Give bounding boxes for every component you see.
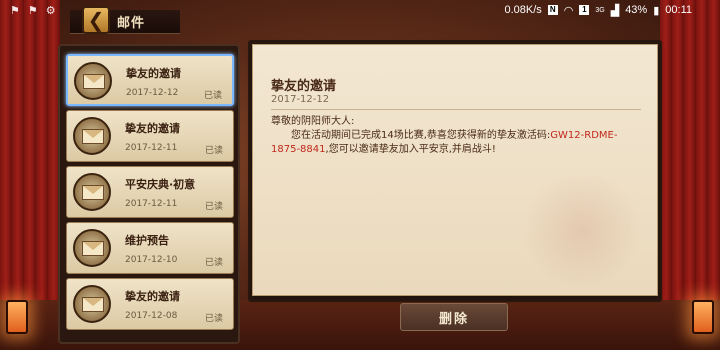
status-notifications: ⚑ ⚑ ⚙	[10, 4, 56, 17]
mail-read-status: 已读	[204, 202, 223, 212]
envelope-icon	[73, 173, 111, 211]
lantern-left-icon	[6, 300, 28, 334]
mail-paragraph: 您在活动期间已完成14场比赛,恭喜您获得新的挚友激活码:GW12-RDME-18…	[271, 129, 643, 157]
mail-read-status: 已读	[204, 314, 223, 324]
notification-icon: ⚑	[27, 4, 38, 17]
mail-item[interactable]: 挚友的邀请 2017-12-11 已读	[66, 110, 234, 162]
mail-list[interactable]: 挚友的邀请 2017-12-12 已读 挚友的邀请 2017-12-11 已读 …	[58, 44, 240, 344]
signal-icon: ▟	[610, 4, 620, 17]
wifi-icon: ◠	[563, 4, 574, 17]
delete-button[interactable]: 删除	[400, 303, 508, 331]
page-title: 邮件	[117, 16, 146, 31]
nfc-icon: N	[547, 5, 558, 15]
network-speed: 0.08K/s	[504, 4, 542, 16]
curtain-right	[660, 0, 720, 350]
paper-decoration	[517, 175, 647, 285]
mail-date: 2017-12-11	[125, 143, 178, 153]
envelope-icon	[73, 117, 111, 155]
mail-detail-title: 挚友的邀请	[271, 79, 337, 94]
mail-read-status: 已读	[204, 146, 223, 156]
notification-icon: ⚙	[45, 4, 56, 17]
mail-text: 您在活动期间已完成14场比赛,恭喜您获得新的挚友激活码:	[291, 130, 551, 141]
status-indicators: 0.08K/s N ◠ 1 3G ▟ 43% ▮ 00:11	[504, 4, 692, 17]
notification-icon: ⚑	[10, 4, 20, 17]
back-arrow-icon: ❮	[87, 8, 105, 32]
mail-title: 挚友的邀请	[125, 122, 180, 135]
mail-item[interactable]: 挚友的邀请 2017-12-12 已读	[66, 54, 234, 106]
mail-title: 挚友的邀请	[126, 67, 181, 80]
envelope-icon	[73, 285, 111, 323]
mail-date: 2017-12-08	[125, 311, 178, 321]
mail-title: 平安庆典·初意	[125, 178, 196, 191]
mail-title: 维护预告	[125, 234, 169, 247]
envelope-icon	[73, 229, 111, 267]
lantern-right-icon	[692, 300, 714, 334]
mail-detail-body: 尊敬的阴阳师大人: 您在活动期间已完成14场比赛,恭喜您获得新的挚友激活码:GW…	[271, 115, 643, 157]
mail-text: ,您可以邀请挚友加入平安京,并肩战斗!	[325, 144, 496, 155]
network-type: 3G	[595, 6, 605, 14]
mail-date: 2017-12-10	[125, 255, 178, 265]
mail-item[interactable]: 平安庆典·初意 2017-12-11 已读	[66, 166, 234, 218]
back-button[interactable]: ❮	[82, 6, 110, 34]
mail-read-status: 已读	[204, 258, 223, 268]
mail-title: 挚友的邀请	[125, 290, 180, 303]
mail-detail-panel: 挚友的邀请 2017-12-12 尊敬的阴阳师大人: 您在活动期间已完成14场比…	[252, 44, 658, 296]
divider	[271, 109, 641, 110]
envelope-icon	[74, 62, 112, 100]
mail-date: 2017-12-12	[126, 88, 179, 98]
battery-level: 43%	[625, 4, 648, 16]
mail-date: 2017-12-11	[125, 199, 178, 209]
mail-detail-date: 2017-12-12	[271, 94, 330, 105]
curtain-left	[0, 0, 60, 350]
sim-icon: 1	[579, 5, 590, 15]
mail-item[interactable]: 维护预告 2017-12-10 已读	[66, 222, 234, 274]
mail-item[interactable]: 挚友的邀请 2017-12-08 已读	[66, 278, 234, 330]
mail-read-status: 已读	[203, 91, 222, 101]
mail-greeting: 尊敬的阴阳师大人:	[271, 116, 355, 127]
clock: 00:11	[665, 4, 692, 16]
battery-icon: ▮	[653, 4, 660, 17]
